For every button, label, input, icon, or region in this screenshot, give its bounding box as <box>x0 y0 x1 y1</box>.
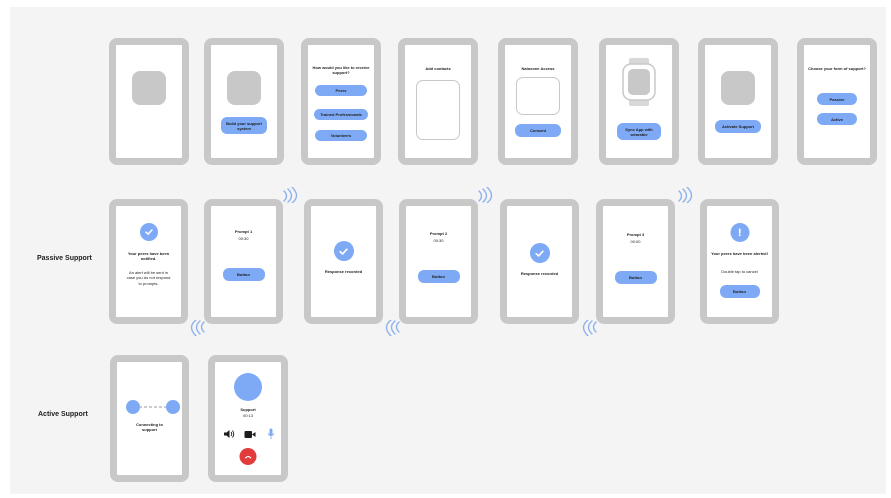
build-support-button[interactable]: Build your support system <box>221 117 267 134</box>
prompt-2-button[interactable]: Button <box>417 270 460 283</box>
passive-support-label: Passive Support <box>37 255 92 262</box>
cancel-hint: Double tap to cancel <box>721 269 758 274</box>
vibration-icon <box>582 319 598 337</box>
prompt-3-timer: 00:00 <box>630 239 641 244</box>
screen-activate-support: Activate Support <box>698 38 778 165</box>
screen-sync-wearable: Sync App with wearable <box>599 38 679 165</box>
alerted-button[interactable]: Button <box>719 285 760 298</box>
alerted-title: Your peers have been alerted! <box>711 251 768 256</box>
response-recorded-text: Response recorded <box>520 271 559 276</box>
prompt-2-title: Prompt 2 <box>429 231 448 236</box>
screen-build-support: Build your support system <box>204 38 284 165</box>
prompt-1-button[interactable]: Button <box>222 268 265 281</box>
response-recorded-text: Response recorded <box>324 269 363 274</box>
connecting-indicator <box>126 400 180 414</box>
image-placeholder <box>227 71 261 105</box>
prompt-3-button[interactable]: Button <box>614 271 657 284</box>
add-contacts-title: Add contacts <box>425 66 451 71</box>
vibration-icon <box>282 186 298 204</box>
prompt-1-timer: 00:30 <box>238 236 249 241</box>
screen-choose-form: Choose your form of support? Passive Act… <box>797 38 877 165</box>
image-placeholder <box>721 71 755 105</box>
form-question: Choose your form of support? <box>808 66 866 71</box>
notified-body: An alert will be sent in case you do not… <box>126 270 171 286</box>
screen-receive-support: How would you like to receive support? P… <box>301 38 381 165</box>
option-peers-button[interactable]: Peers <box>315 85 367 96</box>
vibration-icon <box>477 186 493 204</box>
option-volunteers-button[interactable]: Volunteers <box>315 130 367 141</box>
prompt-2-timer: 00:30 <box>433 238 444 243</box>
video-icon[interactable] <box>244 430 256 439</box>
screen-peers-alerted: Your peers have been alerted! Double tap… <box>700 199 779 324</box>
check-icon <box>139 223 158 241</box>
active-support-label: Active Support <box>38 411 88 418</box>
screen-welcome <box>109 38 189 165</box>
call-timer: 00:13 <box>242 413 253 418</box>
check-icon <box>333 241 354 261</box>
passive-option-button[interactable]: Passive <box>817 93 857 105</box>
exclamation-icon <box>730 223 749 242</box>
notified-title: Your peers have been notified. <box>127 251 170 262</box>
speaker-icon[interactable] <box>223 429 235 439</box>
option-trained-professionals-button[interactable]: Trained Professionals <box>314 109 368 120</box>
screen-response-recorded-2: Response recorded <box>500 199 579 324</box>
end-call-button[interactable] <box>239 448 257 465</box>
consent-button[interactable]: Consent <box>515 124 561 137</box>
screen-prompt-2: Prompt 2 00:30 Button <box>399 199 478 324</box>
vibration-icon <box>677 186 693 204</box>
sync-wearable-button[interactable]: Sync App with wearable <box>617 123 661 140</box>
receive-question: How would you like to receive support? <box>312 65 370 76</box>
screen-response-recorded-1: Response recorded <box>304 199 383 324</box>
microphone-icon[interactable] <box>267 428 275 440</box>
screen-naloxone-access: Naloxone Access Consent <box>498 38 578 165</box>
active-option-button[interactable]: Active <box>817 113 857 125</box>
activate-support-button[interactable]: Activate Support <box>715 120 761 133</box>
screen-peers-notified: Your peers have been notified. An alert … <box>109 199 188 324</box>
contacts-list-box[interactable] <box>416 80 460 140</box>
end-call-icon <box>244 455 252 459</box>
vibration-icon <box>385 319 401 337</box>
screen-connecting: Connecting to support <box>110 355 189 482</box>
prompt-1-title: Prompt 1 <box>234 229 253 234</box>
naloxone-title: Naloxone Access <box>521 66 555 71</box>
screen-call: Support 00:13 <box>208 355 288 482</box>
screen-prompt-3: Prompt 3 00:00 Button <box>596 199 675 324</box>
vibration-icon <box>190 319 206 337</box>
prompt-3-title: Prompt 3 <box>626 232 645 237</box>
watch-icon <box>622 58 656 106</box>
check-icon <box>529 243 550 263</box>
naloxone-info-box <box>516 77 560 115</box>
screen-add-contacts: Add contacts <box>398 38 478 165</box>
connecting-text: Connecting to support <box>136 422 163 433</box>
screen-prompt-1: Prompt 1 00:30 Button <box>204 199 283 324</box>
caller-name: Support <box>240 407 256 412</box>
logo-placeholder <box>132 71 166 105</box>
caller-avatar <box>234 373 262 401</box>
